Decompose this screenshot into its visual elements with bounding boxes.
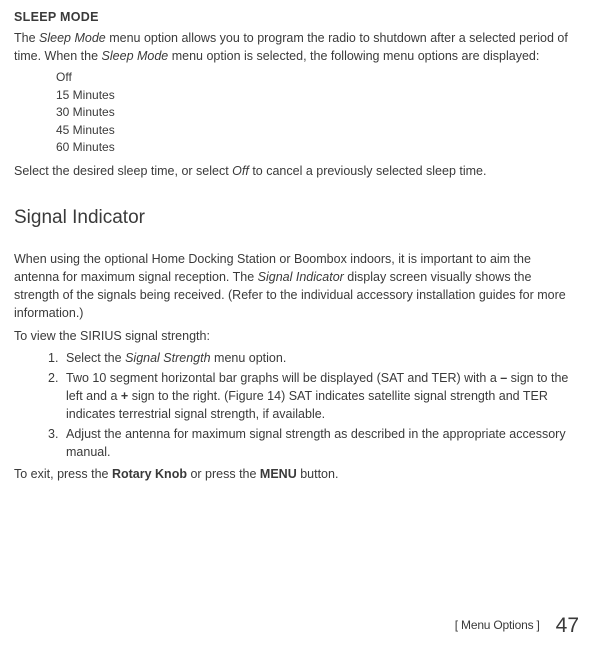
text: sign to the right. (Figure 14) SAT indic… (66, 389, 548, 421)
option-15: 15 Minutes (56, 87, 579, 104)
sleep-mode-italic-1: Sleep Mode (39, 31, 106, 45)
footer-bracket: [ Menu Options ] (455, 617, 540, 634)
text: menu option. (211, 351, 287, 365)
text: The (14, 31, 39, 45)
list-number: 2. (48, 369, 66, 423)
off-italic: Off (232, 164, 249, 178)
page-number: 47 (556, 611, 579, 641)
bracket-close: ] (537, 618, 540, 632)
signal-steps-list: 1. Select the Signal Strength menu optio… (48, 349, 579, 462)
text: To exit, press the (14, 467, 112, 481)
signal-indicator-italic: Signal Indicator (258, 270, 344, 284)
option-30: 30 Minutes (56, 104, 579, 121)
text: menu option is selected, the following m… (168, 49, 539, 63)
sleep-mode-italic-2: Sleep Mode (102, 49, 169, 63)
list-content: Adjust the antenna for maximum signal st… (66, 425, 579, 461)
list-content: Two 10 segment horizontal bar graphs wil… (66, 369, 579, 423)
text: Two 10 segment horizontal bar graphs wil… (66, 371, 500, 385)
sleep-mode-title: SLEEP MODE (14, 8, 579, 26)
list-item: 3. Adjust the antenna for maximum signal… (48, 425, 579, 461)
option-off: Off (56, 69, 579, 86)
text: to cancel a previously selected sleep ti… (249, 164, 487, 178)
option-45: 45 Minutes (56, 122, 579, 139)
list-item: 1. Select the Signal Strength menu optio… (48, 349, 579, 367)
signal-paragraph-2: To view the SIRIUS signal strength: (14, 327, 579, 345)
list-number: 3. (48, 425, 66, 461)
sleep-mode-paragraph-1: The Sleep Mode menu option allows you to… (14, 29, 579, 65)
signal-paragraph-3: To exit, press the Rotary Knob or press … (14, 465, 579, 483)
page-footer: [ Menu Options ] 47 (455, 611, 579, 641)
text: button. (297, 467, 339, 481)
menu-bold: MENU (260, 467, 297, 481)
text: or press the (187, 467, 260, 481)
list-content: Select the Signal Strength menu option. (66, 349, 286, 367)
footer-label: Menu Options (458, 618, 537, 632)
sleep-options-list: Off 15 Minutes 30 Minutes 45 Minutes 60 … (56, 69, 579, 156)
text: Select the (66, 351, 125, 365)
option-60: 60 Minutes (56, 139, 579, 156)
list-number: 1. (48, 349, 66, 367)
rotary-knob-bold: Rotary Knob (112, 467, 187, 481)
text: Select the desired sleep time, or select (14, 164, 232, 178)
sleep-mode-paragraph-2: Select the desired sleep time, or select… (14, 162, 579, 180)
signal-paragraph-1: When using the optional Home Docking Sta… (14, 250, 579, 323)
list-item: 2. Two 10 segment horizontal bar graphs … (48, 369, 579, 423)
signal-strength-italic: Signal Strength (125, 351, 210, 365)
signal-indicator-heading: Signal Indicator (14, 204, 579, 232)
